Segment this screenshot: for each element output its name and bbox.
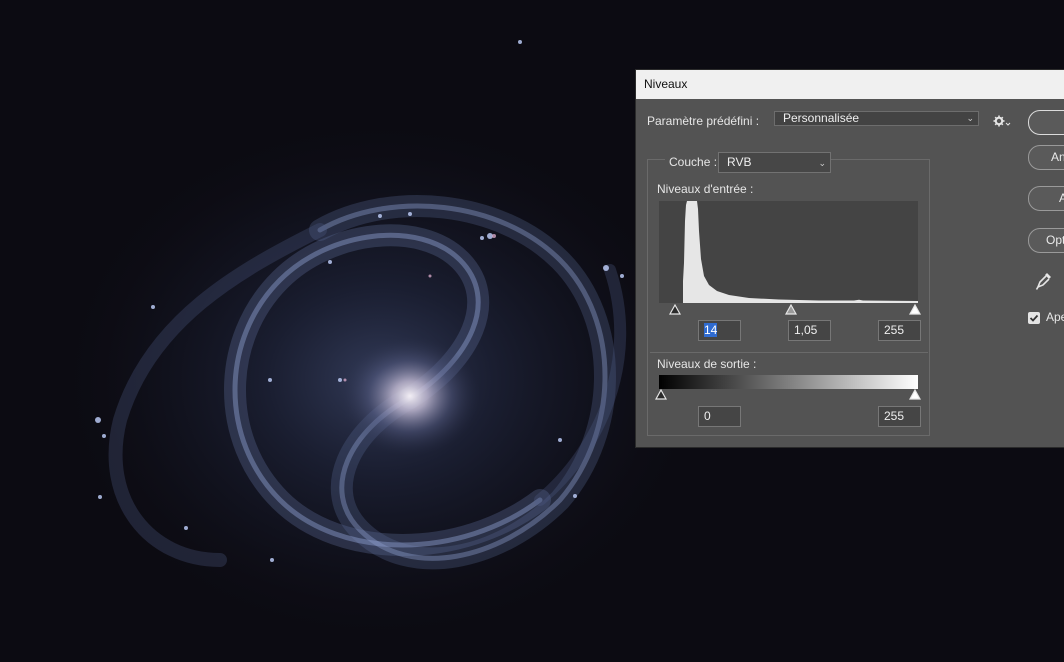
auto-button[interactable]: A (1028, 186, 1064, 211)
section-divider (650, 352, 928, 353)
output-white-slider[interactable] (908, 389, 922, 401)
options-button[interactable]: Opt (1028, 228, 1064, 253)
input-levels-label: Niveaux d'entrée : (657, 182, 754, 196)
dialog-title: Niveaux (644, 77, 688, 91)
output-black-field[interactable]: 0 (698, 406, 741, 427)
ok-button[interactable] (1028, 110, 1064, 135)
gamma-slider[interactable] (784, 304, 798, 316)
preview-checkbox[interactable] (1028, 312, 1040, 324)
white-point-slider[interactable] (908, 304, 922, 316)
output-black-slider[interactable] (654, 389, 668, 401)
channel-select[interactable]: RVB ⌄ (718, 152, 831, 173)
checkmark-icon (1029, 314, 1039, 322)
eyedropper-icon[interactable] (1034, 270, 1054, 292)
input-white-field[interactable]: 255 (878, 320, 921, 341)
input-gamma-field[interactable]: 1,05 (788, 320, 831, 341)
output-white-field[interactable]: 255 (878, 406, 921, 427)
auto-button-label: A (1059, 191, 1064, 205)
preview-label: Ape (1046, 310, 1064, 324)
reset-button[interactable]: An (1028, 145, 1064, 170)
preset-value: Personnalisée (783, 111, 860, 125)
output-black-value: 0 (704, 409, 711, 423)
output-gradient-bar (659, 375, 918, 389)
input-white-value: 255 (884, 323, 905, 337)
levels-dialog: Niveaux Paramètre prédéfini : Personnali… (635, 69, 1064, 448)
chevron-down-icon: ⌄ (818, 158, 826, 168)
histogram (659, 201, 918, 303)
preset-select[interactable]: Personnalisée ⌄ (774, 111, 979, 126)
input-black-value: 14 (704, 323, 718, 337)
output-white-value: 255 (884, 409, 905, 423)
chevron-down-icon: ⌄ (966, 113, 974, 123)
black-point-slider[interactable] (668, 304, 682, 316)
channel-label: Couche : (665, 155, 722, 169)
options-button-label: Opt (1046, 233, 1064, 247)
dialog-titlebar[interactable]: Niveaux (636, 70, 1064, 99)
input-black-field[interactable]: 14 (698, 320, 741, 341)
channel-value: RVB (727, 155, 752, 169)
output-levels-label: Niveaux de sortie : (657, 357, 757, 371)
input-gamma-value: 1,05 (794, 323, 818, 337)
gear-icon[interactable] (993, 114, 1011, 128)
reset-button-label: An (1051, 150, 1064, 164)
preset-label: Paramètre prédéfini : (647, 114, 760, 128)
